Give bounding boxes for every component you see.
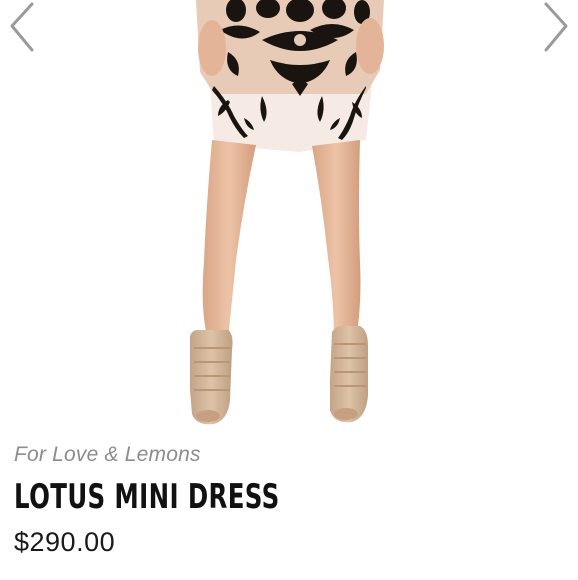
left-shoe [190,330,233,425]
product-image-carousel[interactable] [0,0,578,430]
product-title: LOTUS MINI DRESS [14,477,280,517]
product-photo [190,0,384,425]
product-price: $290.00 [14,527,116,557]
product-brand[interactable]: For Love & Lemons [14,438,564,472]
right-leg [312,140,361,340]
right-shoe [330,326,368,423]
left-leg [202,140,256,340]
chevron-right-icon [544,2,568,52]
chevron-left-icon [10,2,34,52]
left-hand [198,20,226,76]
right-hand [356,18,384,74]
carousel-next-button[interactable] [538,0,574,56]
product-info: For Love & Lemons LOTUS MINI DRESS $290.… [14,438,564,562]
carousel-prev-button[interactable] [4,0,40,56]
